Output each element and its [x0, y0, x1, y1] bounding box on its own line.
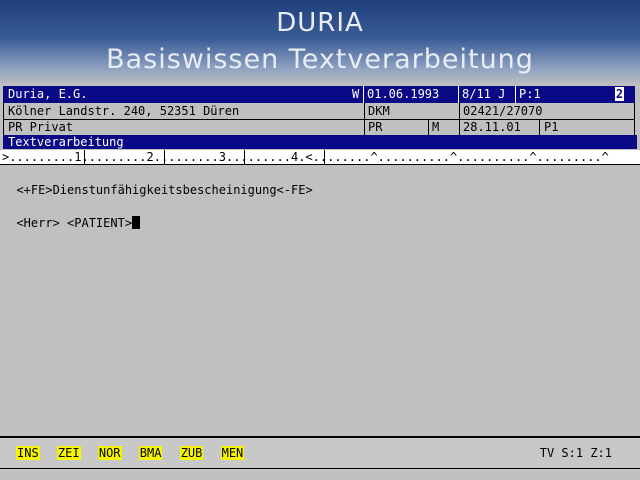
- birth-date: 01.06.1993: [367, 87, 440, 101]
- status-flag: M: [432, 120, 440, 134]
- insurer: DKM: [368, 104, 390, 118]
- fkey-nor[interactable]: NOR: [97, 446, 122, 460]
- tab-ruler[interactable]: >.........1.........2.........3.........…: [0, 150, 640, 165]
- patient-details: Kölner Landstr. 240, 52351 Düren DKM 024…: [3, 103, 635, 136]
- section-title: Textverarbeitung: [8, 135, 124, 149]
- fkey-zub[interactable]: ZUB: [179, 446, 204, 460]
- column-divider: [364, 103, 365, 135]
- fkey-bma[interactable]: BMA: [138, 446, 163, 460]
- document-text: <Herr> <PATIENT>: [16, 216, 133, 230]
- divider: [458, 86, 459, 103]
- fkey-ins[interactable]: INS: [16, 446, 40, 460]
- page-box[interactable]: 2: [615, 87, 624, 101]
- document-line[interactable]: <+FE>Dienstunfähigkeitsbescheinigung<-FE…: [2, 169, 313, 197]
- insurance-status: PR Privat: [8, 120, 74, 134]
- divider: [363, 86, 364, 103]
- column-divider: [539, 119, 540, 135]
- patient-address: Kölner Landstr. 240, 52351 Düren: [8, 104, 240, 118]
- page-indicator: P:1: [519, 87, 541, 101]
- patient-header-bar: Duria, E.G. W 01.06.1993 8/11 J P:1 2: [3, 86, 635, 103]
- phone-number: 02421/27070: [463, 104, 543, 118]
- app-title: DURIA: [276, 8, 364, 38]
- status-code: PR: [368, 120, 383, 134]
- sex-flag: W: [352, 87, 360, 101]
- fkey-zei[interactable]: ZEI: [56, 446, 81, 460]
- title-banner: DURIA Basiswissen Textverarbeitung: [0, 0, 640, 86]
- document-text: <+FE>Dienstunfähigkeitsbescheinigung<-FE…: [16, 183, 313, 197]
- function-bar: INS ZEI NOR BMA ZUB MEN TV S:1 Z:1: [0, 436, 640, 470]
- column-divider: [459, 103, 460, 135]
- text-cursor: [132, 216, 141, 229]
- fkey-men[interactable]: MEN: [220, 446, 245, 460]
- document-line[interactable]: <Herr> <PATIENT>: [2, 202, 141, 230]
- section-title-bar: Textverarbeitung: [3, 135, 637, 149]
- ruler-text: >.........1.........2.........3.........…: [2, 150, 609, 164]
- status-indicator: TV S:1 Z:1: [539, 446, 612, 460]
- patient-name: Duria, E.G.: [8, 87, 88, 101]
- visit-date: 28.11.01: [463, 120, 521, 134]
- footer-divider: [0, 468, 640, 469]
- app-subtitle: Basiswissen Textverarbeitung: [106, 44, 534, 75]
- divider: [515, 86, 516, 103]
- column-divider: [428, 119, 429, 135]
- patient-age: 8/11 J: [462, 87, 506, 101]
- visit-code: P1: [544, 120, 559, 134]
